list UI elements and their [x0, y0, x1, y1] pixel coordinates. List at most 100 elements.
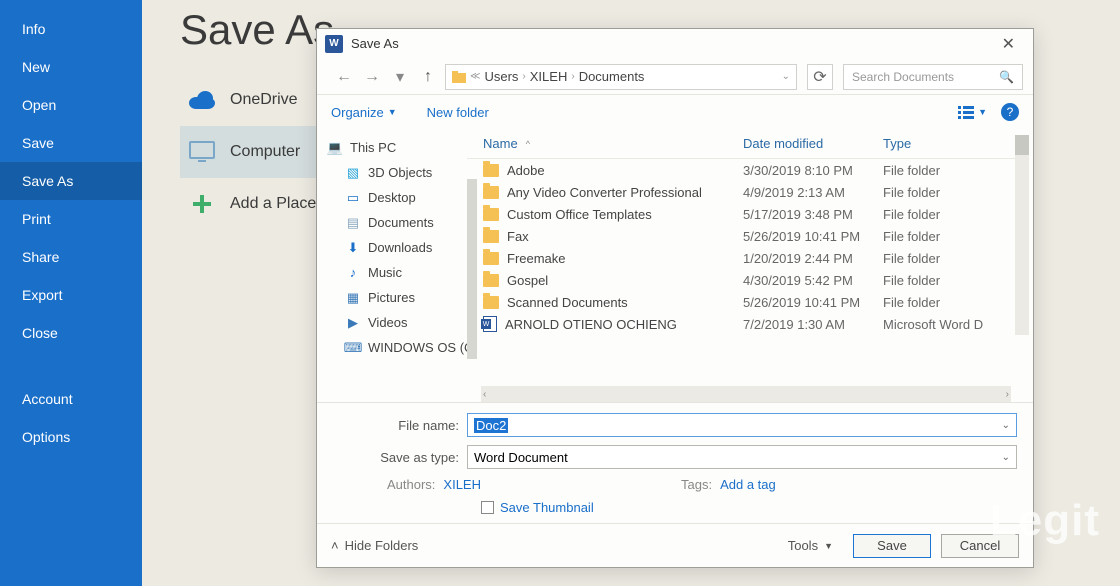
authors-label: Authors: — [387, 477, 435, 492]
nav-forward-icon[interactable]: → — [361, 66, 383, 88]
column-date[interactable]: Date modified — [743, 136, 883, 151]
crumb-users[interactable]: Users — [484, 69, 518, 84]
file-row[interactable]: Custom Office Templates 5/17/2019 3:48 PM… — [467, 203, 1029, 225]
file-type: File folder — [883, 207, 1029, 222]
folder-icon — [483, 186, 499, 199]
close-icon[interactable]: ✕ — [992, 30, 1025, 58]
file-name: Fax — [507, 229, 529, 244]
file-date: 1/20/2019 2:44 PM — [743, 251, 883, 266]
file-name: Freemake — [507, 251, 566, 266]
tags-value[interactable]: Add a tag — [720, 477, 776, 492]
tree-node-pictures[interactable]: ▦Pictures — [327, 285, 463, 310]
save-type-value: Word Document — [474, 450, 568, 465]
folder-icon — [483, 296, 499, 309]
sidebar-item-export[interactable]: Export — [0, 276, 142, 314]
help-icon[interactable]: ? — [1001, 103, 1019, 121]
dialog-form: File name: Doc2 ⌄ Save as type: Word Doc… — [317, 402, 1033, 523]
nav-back-icon[interactable]: ← — [333, 66, 355, 88]
file-name-value: Doc2 — [474, 418, 508, 433]
refresh-icon[interactable]: ⟳ — [807, 64, 833, 90]
save-button[interactable]: Save — [853, 534, 931, 558]
file-row[interactable]: Fax5/26/2019 10:41 PMFile folder — [467, 225, 1029, 247]
chevron-down-icon[interactable]: ⌄ — [782, 71, 790, 82]
chevron-down-icon[interactable]: ⌄ — [1002, 452, 1010, 463]
place-label: Add a Place — [230, 195, 316, 213]
column-type[interactable]: Type — [883, 136, 1029, 151]
file-name: Adobe — [507, 163, 545, 178]
file-row[interactable]: ARNOLD OTIENO OCHIENG7/2/2019 1:30 AMMic… — [467, 313, 1029, 335]
tree-node-videos[interactable]: ▶Videos — [327, 310, 463, 335]
computer-icon — [188, 138, 216, 166]
new-folder-button[interactable]: New folder — [427, 105, 489, 120]
sidebar-item-save[interactable]: Save — [0, 124, 142, 162]
scrollbar-thumb[interactable] — [1015, 135, 1029, 155]
sidebar-item-open[interactable]: Open — [0, 86, 142, 124]
file-date: 5/17/2019 3:48 PM — [743, 207, 883, 222]
chevron-down-icon: ▼ — [978, 107, 987, 117]
column-name[interactable]: Name^ — [483, 136, 743, 151]
sidebar-item-share[interactable]: Share — [0, 238, 142, 276]
sidebar-item-account[interactable]: Account — [0, 380, 142, 418]
sidebar-item-info[interactable]: Info — [0, 10, 142, 48]
file-type: Microsoft Word D — [883, 317, 1029, 332]
view-mode-button[interactable]: ▼ — [958, 105, 987, 119]
place-label: Computer — [230, 143, 300, 161]
file-name-input[interactable]: Doc2 ⌄ — [467, 413, 1017, 437]
save-thumbnail-checkbox[interactable] — [481, 501, 494, 514]
desktop-icon: ▭ — [345, 190, 361, 206]
crumb-xileh[interactable]: XILEH — [530, 69, 568, 84]
save-type-select[interactable]: Word Document ⌄ — [467, 445, 1017, 469]
breadcrumb[interactable]: ≪ Users › XILEH › Documents ⌄ — [445, 64, 797, 90]
chevron-right-icon: › — [522, 71, 525, 82]
file-row[interactable]: Gospel4/30/2019 5:42 PMFile folder — [467, 269, 1029, 291]
sidebar-item-new[interactable]: New — [0, 48, 142, 86]
search-input[interactable]: Search Documents 🔍 — [843, 64, 1023, 90]
file-type: File folder — [883, 185, 1029, 200]
tags-label: Tags: — [681, 477, 712, 492]
nav-recent-icon[interactable]: ▾ — [389, 66, 411, 88]
file-row[interactable]: Scanned Documents5/26/2019 10:41 PMFile … — [467, 291, 1029, 313]
downloads-icon: ⬇ — [345, 240, 361, 256]
file-type: File folder — [883, 295, 1029, 310]
cancel-button[interactable]: Cancel — [941, 534, 1019, 558]
tree-node-windows-os[interactable]: ⌨WINDOWS OS (C — [327, 335, 463, 360]
plus-icon — [188, 190, 216, 218]
tree-node-this-pc[interactable]: 💻This PC — [327, 135, 463, 160]
hide-folders-button[interactable]: ˄ Hide Folders — [331, 538, 418, 553]
column-headers: Name^ Date modified Type — [467, 129, 1029, 159]
tree-node-desktop[interactable]: ▭Desktop — [327, 185, 463, 210]
folder-icon — [483, 208, 499, 221]
sidebar-item-print[interactable]: Print — [0, 200, 142, 238]
file-type: File folder — [883, 273, 1029, 288]
videos-icon: ▶ — [345, 315, 361, 331]
file-row[interactable]: Any Video Converter Professional4/9/2019… — [467, 181, 1029, 203]
sidebar-item-close[interactable]: Close — [0, 314, 142, 352]
folder-icon — [452, 71, 466, 83]
file-name: Custom Office Templates — [507, 207, 652, 222]
tree-node-documents[interactable]: ▤Documents — [327, 210, 463, 235]
word-doc-icon — [483, 316, 497, 332]
file-date: 4/9/2019 2:13 AM — [743, 185, 883, 200]
tree-node-3d-objects[interactable]: ▧3D Objects — [327, 160, 463, 185]
chevron-down-icon[interactable]: ⌄ — [1002, 420, 1010, 431]
sidebar-item-options[interactable]: Options — [0, 418, 142, 456]
file-row[interactable]: Adobe3/30/2019 8:10 PMFile folder — [467, 159, 1029, 181]
authors-value[interactable]: XILEH — [443, 477, 481, 492]
folder-icon — [483, 274, 499, 287]
save-type-label: Save as type: — [333, 450, 467, 465]
file-date: 5/26/2019 10:41 PM — [743, 295, 883, 310]
dialog-title: Save As — [351, 36, 399, 51]
tree-node-music[interactable]: ♪Music — [327, 260, 463, 285]
crumb-documents[interactable]: Documents — [579, 69, 645, 84]
file-date: 5/26/2019 10:41 PM — [743, 229, 883, 244]
organize-menu[interactable]: Organize▼ — [331, 105, 397, 120]
horizontal-scrollbar[interactable]: ‹› — [481, 386, 1011, 402]
sidebar-item-save-as[interactable]: Save As — [0, 162, 142, 200]
tree-node-downloads[interactable]: ⬇Downloads — [327, 235, 463, 260]
tools-menu[interactable]: Tools ▼ — [788, 538, 833, 553]
dialog-toolbar: Organize▼ New folder ▼ ? — [317, 95, 1033, 129]
place-label: OneDrive — [230, 91, 298, 109]
file-row[interactable]: Freemake1/20/2019 2:44 PMFile folder — [467, 247, 1029, 269]
vertical-scrollbar[interactable] — [1015, 135, 1029, 335]
nav-up-icon[interactable]: ↑ — [417, 66, 439, 88]
